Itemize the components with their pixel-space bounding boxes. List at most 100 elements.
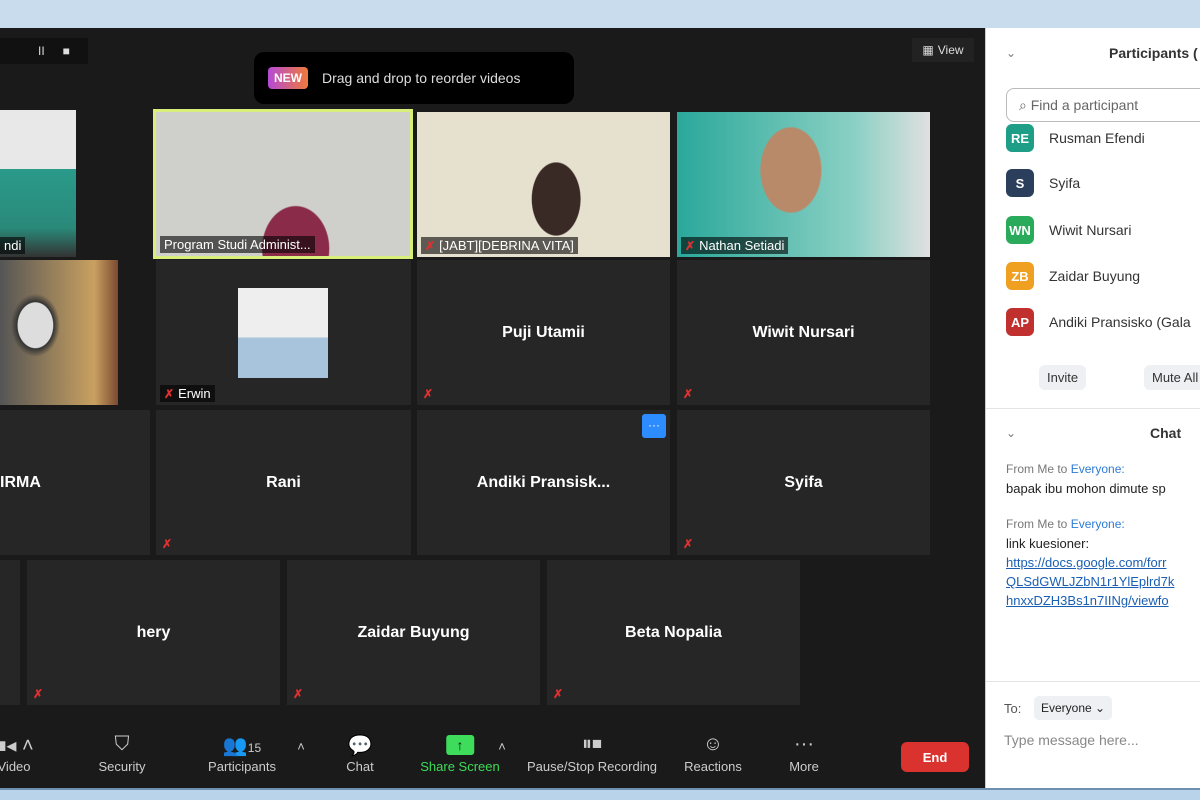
participant-tile[interactable] [0, 560, 20, 705]
search-icon: ⌕ [1019, 97, 1027, 113]
muted-mic-icon: ✗ [423, 387, 434, 401]
ellipsis-icon: ··· [794, 733, 814, 755]
recipient-dropdown[interactable]: Everyone ⌄ [1034, 696, 1113, 720]
participant-tile[interactable]: Wiwit Nursari ✗ [677, 260, 930, 405]
avatar: RE [1006, 124, 1034, 152]
participant-tile[interactable]: Rani ✗ [156, 410, 411, 555]
avatar: WN [1006, 216, 1034, 244]
video-feed [0, 260, 118, 405]
video-feed [417, 112, 670, 257]
tile-name: Andiki Pransisk... [476, 473, 611, 491]
avatar: ZB [1006, 262, 1034, 290]
participant-item[interactable]: RE Rusman Efendi [1006, 124, 1145, 152]
chat-title: Chat [1150, 425, 1182, 441]
video-tile[interactable]: ✗ [JABT][DEBRINA VITA] [417, 112, 670, 257]
grid-icon: ▦ [922, 43, 934, 57]
muted-mic-icon: ✗ [685, 238, 696, 253]
recording-controls: II ■ [0, 38, 88, 64]
video-gallery: II ■ ▦ View NEW Drag and drop to reorder v… [0, 28, 985, 788]
chat-message: From Me to Everyone: bapak ibu mohon dim… [1006, 462, 1166, 496]
tile-name: [JABT][DEBRINA VITA] [439, 238, 574, 253]
muted-mic-icon: ✗ [683, 387, 694, 401]
participant-tile[interactable]: Zaidar Buyung ✗ [287, 560, 540, 705]
video-feed [677, 112, 930, 257]
chat-link[interactable]: hnxxDZH3Bs1n7IINg/viewfo [1006, 591, 1174, 610]
more-button[interactable]: ··· More [789, 733, 819, 774]
muted-mic-icon: ✗ [164, 386, 175, 401]
participant-tile[interactable]: hery ✗ [27, 560, 280, 705]
chat-link[interactable]: QLSdGWLJZbN1r1YlEplrd7k [1006, 572, 1174, 591]
participants-title: Participants ( [1109, 45, 1198, 61]
mute-all-button[interactable]: Mute All [1144, 365, 1200, 390]
share-screen-icon: ↑ [446, 735, 474, 755]
muted-mic-icon: ✗ [33, 687, 44, 701]
divider [986, 408, 1200, 409]
tile-name: Erwin [178, 386, 211, 401]
video-tile[interactable] [0, 260, 118, 405]
tile-name: ndi [4, 238, 22, 253]
video-feed [156, 112, 410, 256]
video-button[interactable]: ■◂ ˄ Video [0, 733, 34, 774]
participant-search-input[interactable]: ⌕ Find a participant [1006, 88, 1200, 122]
video-tile[interactable]: ndi [0, 110, 76, 257]
participants-icon: 👥 [222, 735, 248, 757]
muted-mic-icon: ✗ [293, 687, 304, 701]
to-label: To: [1004, 701, 1022, 716]
chat-button[interactable]: 💬 Chat [346, 733, 373, 774]
participant-item[interactable]: WN Wiwit Nursari [1006, 216, 1131, 244]
more-options-button[interactable]: ··· [642, 414, 666, 438]
tile-name: Rani [266, 473, 301, 491]
reactions-button[interactable]: ☺ Reactions [684, 733, 742, 774]
video-camera-icon: ■◂ ˄ [0, 735, 34, 757]
divider [986, 681, 1200, 682]
participant-item[interactable]: S Syifa [1006, 169, 1080, 197]
tile-name: hery [136, 623, 171, 641]
window-titlebar [0, 0, 1200, 28]
avatar: S [1006, 169, 1034, 197]
muted-mic-icon: ✗ [425, 238, 436, 253]
muted-mic-icon: ✗ [553, 687, 564, 701]
video-tile[interactable]: ✗ Erwin [156, 260, 411, 405]
participants-options-caret[interactable]: ˄ [297, 739, 305, 754]
avatar: AP [1006, 308, 1034, 336]
pause-stop-recording-button[interactable]: ⏸⏹ Pause/Stop Recording [527, 733, 657, 774]
collapse-chat-chevron-icon[interactable]: ⌄ [1006, 426, 1016, 440]
view-button[interactable]: ▦ View [912, 38, 974, 62]
pause-stop-icon: ⏸⏹ [582, 733, 602, 755]
pause-recording-icon[interactable]: II [38, 44, 45, 58]
participant-item[interactable]: AP Andiki Pransisko (Gala [1006, 308, 1191, 336]
video-feed [0, 110, 76, 257]
chat-bubble-icon: 💬 [347, 735, 373, 757]
participant-tile[interactable]: Puji Utamii ✗ [417, 260, 670, 405]
smiley-add-icon: ☺ [702, 733, 724, 755]
video-tile[interactable]: ✗ Nathan Setiadi [677, 112, 930, 257]
participant-tile[interactable]: Beta Nopalia ✗ [547, 560, 800, 705]
caret-up-icon: ˄ [498, 739, 506, 754]
video-tile-active-speaker[interactable]: Program Studi Administ... [153, 109, 413, 259]
chat-message: From Me to Everyone: link kuesioner: htt… [1006, 517, 1175, 610]
participant-item[interactable]: ZB Zaidar Buyung [1006, 262, 1140, 290]
shield-icon: ⛉ [114, 733, 130, 755]
tile-name: Nathan Setiadi [699, 238, 785, 253]
muted-mic-icon: ✗ [162, 537, 173, 551]
tile-name: Zaidar Buyung [357, 623, 470, 641]
end-meeting-button[interactable]: End [901, 742, 969, 772]
stop-recording-icon[interactable]: ■ [63, 44, 70, 58]
taskbar-edge [0, 788, 1200, 800]
tile-name: Beta Nopalia [625, 623, 722, 641]
tile-name: IRMA [0, 473, 41, 491]
security-button[interactable]: ⛉ Security [99, 733, 146, 774]
muted-mic-icon: ✗ [683, 537, 694, 551]
chat-link[interactable]: https://docs.google.com/forr [1006, 553, 1174, 572]
share-options-caret[interactable]: ˄ [498, 739, 506, 754]
participants-button[interactable]: 👥15 Participants [208, 733, 276, 774]
participant-tile[interactable]: ··· Andiki Pransisk... [417, 410, 670, 555]
invite-button[interactable]: Invite [1039, 365, 1087, 390]
collapse-participants-chevron-icon[interactable]: ⌄ [1006, 46, 1016, 60]
share-screen-button[interactable]: ↑ Share Screen [420, 733, 500, 774]
chat-message-input[interactable]: Type message here... [1004, 732, 1139, 748]
participant-tile[interactable]: Syifa ✗ [677, 410, 930, 555]
meeting-toolbar: ■◂ ˄ Video ⛉ Security 👥15 Participants ˄ 💬 C… [0, 725, 985, 788]
tile-name: Puji Utamii [502, 323, 585, 341]
participant-tile[interactable]: IRMA [0, 410, 150, 555]
